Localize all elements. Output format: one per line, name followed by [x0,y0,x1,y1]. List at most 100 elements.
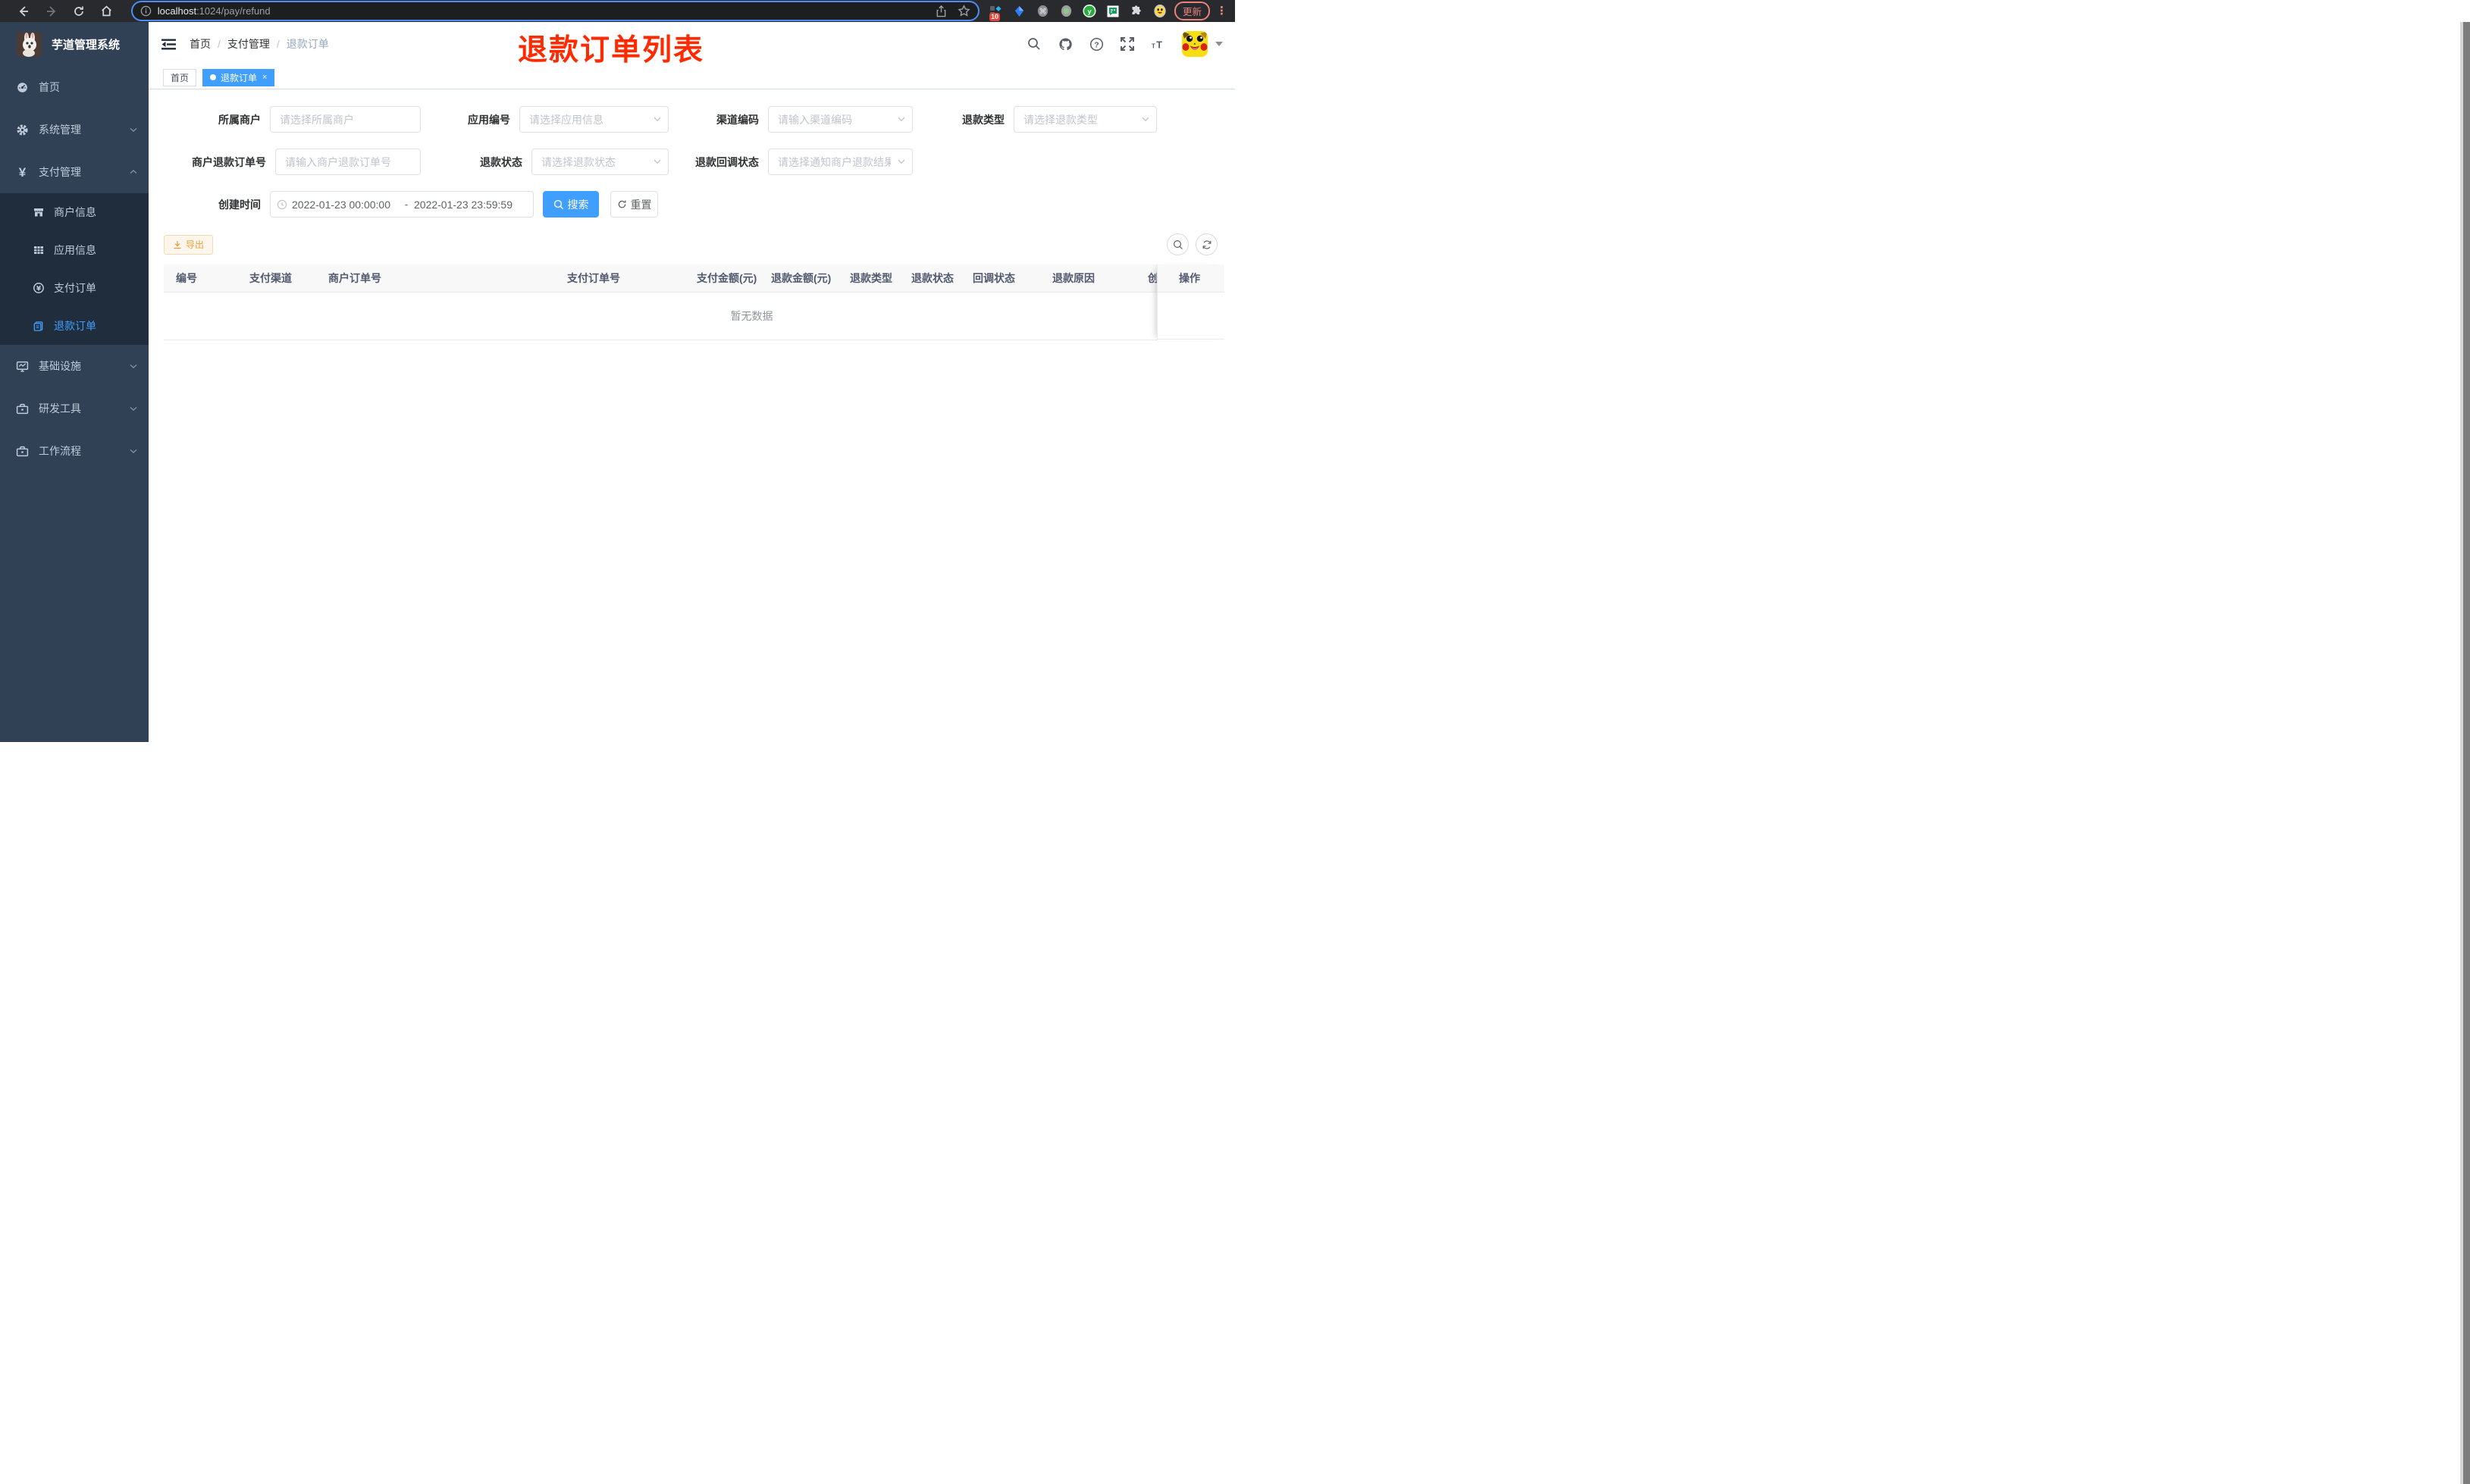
sidebar-item-merchant-info[interactable]: 商户信息 [0,193,149,231]
reset-button[interactable]: 重置 [610,191,658,218]
merchant-input[interactable] [270,106,421,133]
extension-command-icon[interactable]: ⌘ [1036,5,1049,18]
gear-icon [16,124,29,136]
briefcase-icon [16,445,29,458]
column-header: 操作 [1158,265,1224,293]
header-search-button[interactable] [1027,36,1042,52]
yen-icon: ¥ [18,164,27,180]
bookmark-star-icon[interactable] [958,5,970,17]
column-header: 回调状态 [973,272,1015,284]
refresh-icon [618,200,626,208]
column-header: 创建时间 [1148,272,1157,284]
extension-tab-manager-icon[interactable]: 10 [989,5,1002,21]
refund-status-select[interactable] [531,149,669,175]
help-button[interactable]: ? [1089,36,1104,52]
filter-label: 退款回调状态 [695,155,759,168]
sidebar-item-label: 首页 [39,81,60,93]
refund-type-select[interactable] [1014,106,1157,133]
browser-reload-button[interactable] [72,5,86,18]
breadcrumb-pay[interactable]: 支付管理 [227,36,270,52]
url-bar[interactable]: localhost:1024/pay/refund [132,2,979,20]
sidebar-item-infra[interactable]: 基础设施 [0,345,149,387]
merchant-refund-no-input[interactable] [275,149,421,175]
sidebar-item-workflow[interactable]: 工作流程 [0,430,149,472]
filter-app: 应用编号 [438,106,669,133]
search-icon [1028,38,1040,50]
column-header: 退款状态 [911,272,954,284]
sidebar-fold-button[interactable] [161,36,177,52]
avatar[interactable] [1182,31,1208,57]
app-title: 芋道管理系统 [52,38,121,52]
extension-badge: 10 [989,12,1001,21]
date-start-value: 2022-01-23 00:00:00 [292,198,390,211]
browser-update-button[interactable]: 更新 [1174,2,1211,20]
window-scrollbar[interactable] [2460,22,2470,1484]
sidebar-item-pay-order[interactable]: ¥ 支付订单 [0,269,149,307]
active-dot [210,74,217,80]
chevron-down-icon [129,125,138,134]
main-panel: 退款订单列表 首页 / 支付管理 / 退款订单 ? T T 首页 退款订单 × … [149,22,1235,742]
profile-emoji-icon[interactable] [1153,4,1167,18]
sidebar-item-home[interactable]: 首页 [0,66,149,108]
sidebar-item-refund-order[interactable]: 退款订单 [0,307,149,345]
font-size-button[interactable]: TT [1151,36,1166,52]
document-icon [32,320,45,333]
font-size-icon: TT [1152,39,1162,50]
grid-icon [32,244,45,257]
refund-table: 编号 支付渠道 商户订单号 支付订单号 支付金额(元) 退款金额(元) 退款类型… [164,265,1224,340]
browser-toolbar: localhost:1024/pay/refund 10 ⌘ y 更新 ⋮ [0,0,1235,22]
extension-green-dot-icon[interactable] [1059,5,1073,18]
fullscreen-button[interactable] [1120,36,1135,52]
sidebar-item-system[interactable]: 系统管理 [0,108,149,151]
column-header: 商户订单号 [328,272,381,284]
notify-status-select[interactable] [768,149,913,175]
user-menu[interactable] [1182,31,1223,57]
tab-refund-order[interactable]: 退款订单 × [202,68,275,86]
export-button[interactable]: 导出 [164,234,214,255]
filter-label: 所属商户 [218,113,261,126]
url-text[interactable]: localhost:1024/pay/refund [158,5,271,17]
scrollbar-thumb[interactable] [2463,22,2470,1484]
back-icon [19,5,28,17]
clock-icon [277,199,287,209]
app-select[interactable] [519,106,669,133]
filter-label: 商户退款订单号 [192,155,266,168]
extension-kite-icon[interactable] [1012,5,1026,18]
extension-y-icon[interactable]: y [1083,4,1096,18]
browser-forward-button[interactable] [45,5,58,18]
table-header-row: 编号 支付渠道 商户订单号 支付订单号 支付金额(元) 退款金额(元) 退款类型… [164,265,1224,293]
sidebar-item-label: 支付订单 [54,282,96,294]
sidebar: 芋道管理系统 首页 系统管理 ¥ 支付管理 商户信息 应用信息 ¥ 支付订单 退… [0,22,149,742]
fullscreen-icon [1121,37,1134,51]
tab-home[interactable]: 首页 [163,68,197,86]
breadcrumb-current: 退款订单 [286,38,329,50]
filter-label: 创建时间 [218,198,261,211]
svg-text:¥: ¥ [36,286,41,293]
github-link-button[interactable] [1058,36,1073,52]
channel-select[interactable] [768,106,913,133]
sidebar-item-pay[interactable]: ¥ 支付管理 [0,151,149,193]
site-info-icon[interactable] [140,5,152,17]
reload-icon [74,6,84,16]
share-icon[interactable] [936,5,947,17]
extensions-area: 10 ⌘ y [989,4,1167,21]
date-end-value: 2022-01-23 23:59:59 [414,198,512,211]
forward-icon [46,5,55,17]
logo-rabbit-image [17,31,42,57]
refresh-table-button[interactable] [1196,233,1218,255]
tab-close-icon[interactable]: × [262,73,267,82]
date-range-picker[interactable]: 2022-01-23 00:00:00 - 2022-01-23 23:59:5… [270,191,534,218]
github-icon [1058,38,1072,50]
sidebar-item-dev-tools[interactable]: 研发工具 [0,387,149,430]
extensions-puzzle-icon[interactable] [1130,5,1143,18]
search-button[interactable]: 搜索 [543,191,599,218]
extension-chat-icon[interactable] [1106,5,1120,18]
sidebar-item-app-info[interactable]: 应用信息 [0,231,149,269]
toggle-search-button[interactable] [1167,233,1189,255]
browser-home-button[interactable] [100,5,114,18]
browser-back-button[interactable] [17,5,30,18]
breadcrumb-home[interactable]: 首页 [190,36,211,52]
browser-menu-button[interactable]: ⋮ [1216,5,1227,17]
breadcrumb: 首页 / 支付管理 / 退款订单 [190,36,329,52]
sidebar-logo[interactable]: 芋道管理系统 [0,22,149,66]
